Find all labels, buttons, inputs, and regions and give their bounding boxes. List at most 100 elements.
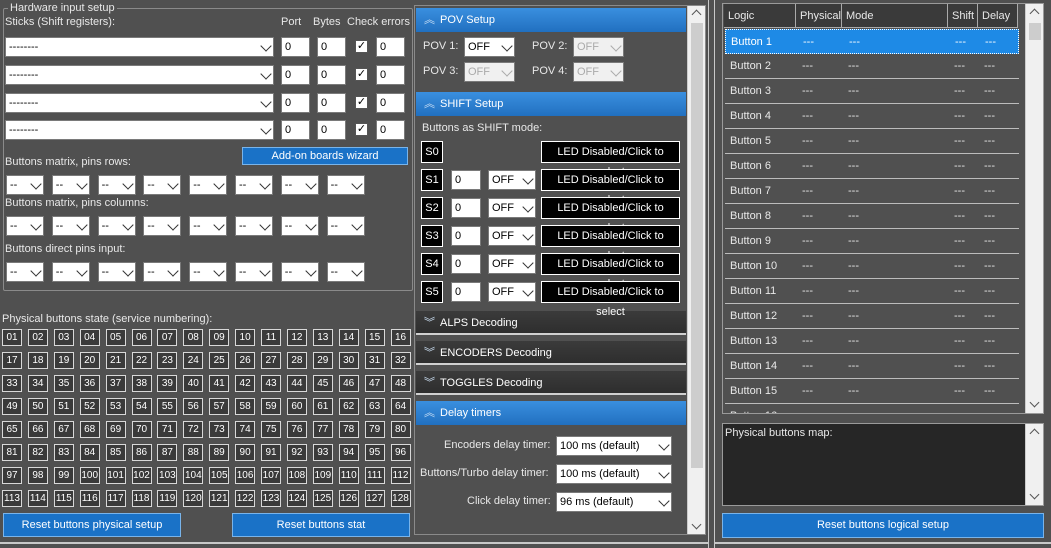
shift-button[interactable]: S1 [421, 169, 443, 191]
table-row[interactable]: Button 7 --- --- --- --- [725, 179, 1019, 204]
table-row[interactable]: Button 3 --- --- --- --- [725, 79, 1019, 104]
matrix-row-pin-select[interactable]: -- [143, 175, 182, 195]
check-errors-checkbox[interactable]: ✓ [355, 96, 368, 109]
led-select-button[interactable]: LED Disabled/Click to select [541, 197, 680, 234]
click-delay-select[interactable]: 96 ms (default) [556, 492, 672, 512]
encoders-decoding-header[interactable]: ︾ ENCODERS Decoding [416, 341, 686, 365]
matrix-col-pin-select[interactable]: -- [235, 216, 273, 236]
matrix-col-pin-select[interactable]: -- [326, 216, 365, 236]
table-row[interactable]: Button 12 --- --- --- --- [725, 304, 1019, 329]
bytes-input[interactable]: 0 [317, 120, 346, 140]
led-select-button[interactable]: LED Disabled/Click to select [541, 141, 680, 178]
shift-button-number[interactable]: 0 [451, 282, 481, 302]
matrix-col-pin-select[interactable]: -- [189, 216, 228, 236]
reset-physical-setup-button[interactable]: Reset buttons physical setup [3, 513, 181, 537]
table-row[interactable]: Button 8 --- --- --- --- [725, 204, 1019, 229]
port-input[interactable]: 0 [281, 120, 310, 140]
led-select-button[interactable]: LED Disabled/Click to select [541, 253, 680, 290]
scroll-up-icon[interactable] [1029, 428, 1040, 439]
shift-mode-select[interactable]: OFF [488, 254, 536, 274]
shift-mode-select[interactable]: OFF [488, 170, 536, 190]
direct-pin-select[interactable]: -- [97, 262, 136, 282]
table-scrollbar[interactable] [1025, 4, 1043, 413]
table-header-physical[interactable]: Physical [796, 4, 842, 28]
table-header-shift[interactable]: Shift [948, 4, 978, 28]
scroll-down-icon[interactable] [691, 519, 702, 530]
direct-pin-select[interactable]: -- [6, 262, 44, 282]
map-scrollbar[interactable] [1025, 424, 1043, 505]
bytes-input[interactable]: 0 [317, 37, 346, 57]
led-select-button[interactable]: LED Disabled/Click to select [541, 281, 680, 318]
shift-button[interactable]: S3 [421, 225, 443, 247]
buttons-delay-select[interactable]: 100 ms (default) [556, 464, 672, 484]
matrix-row-pin-select[interactable]: -- [6, 175, 44, 195]
matrix-row-pin-select[interactable]: -- [235, 175, 273, 195]
table-row[interactable]: Button 2 --- --- --- --- [725, 54, 1019, 79]
stick-select[interactable]: -------- [5, 120, 274, 140]
stick-select[interactable]: -------- [5, 37, 274, 57]
toggles-decoding-header[interactable]: ︾ TOGGLES Decoding [416, 371, 686, 395]
table-row[interactable]: Button 4 --- --- --- --- [725, 104, 1019, 129]
shift-mode-select[interactable]: OFF [488, 226, 536, 246]
reset-logical-setup-button[interactable]: Reset buttons logical setup [722, 513, 1044, 538]
port-input[interactable]: 0 [281, 93, 310, 113]
direct-pin-select[interactable]: -- [189, 262, 228, 282]
direct-pin-select[interactable]: -- [326, 262, 365, 282]
matrix-row-pin-select[interactable]: -- [326, 175, 365, 195]
matrix-row-pin-select[interactable]: -- [189, 175, 228, 195]
shift-button[interactable]: S2 [421, 197, 443, 219]
shift-button-number[interactable]: 0 [451, 254, 481, 274]
shift-button[interactable]: S0 [421, 141, 443, 163]
port-input[interactable]: 0 [281, 65, 310, 85]
matrix-col-pin-select[interactable]: -- [51, 216, 90, 236]
table-row[interactable]: Button 1 --- --- --- --- [725, 29, 1019, 54]
direct-pin-select[interactable]: -- [280, 262, 319, 282]
table-row[interactable]: Button 10 --- --- --- --- [725, 254, 1019, 279]
shift-button-number[interactable]: 0 [451, 170, 481, 190]
matrix-row-pin-select[interactable]: -- [280, 175, 319, 195]
table-row[interactable]: Button 6 --- --- --- --- [725, 154, 1019, 179]
bytes-input[interactable]: 0 [317, 65, 346, 85]
scroll-up-icon[interactable] [1029, 8, 1040, 19]
table-row[interactable]: Button 9 --- --- --- --- [725, 229, 1019, 254]
matrix-row-pin-select[interactable]: -- [97, 175, 136, 195]
reset-stat-button[interactable]: Reset buttons stat [232, 513, 410, 537]
pov-setup-header[interactable]: ︽ POV Setup [416, 8, 686, 32]
shift-mode-select[interactable]: OFF [488, 198, 536, 218]
pov2-select[interactable]: OFF [573, 37, 624, 57]
encoders-delay-select[interactable]: 100 ms (default) [556, 436, 672, 456]
scroll-up-icon[interactable] [691, 9, 702, 20]
shift-button-number[interactable]: 0 [451, 198, 481, 218]
stick-select[interactable]: -------- [5, 93, 274, 113]
delay-timers-header[interactable]: ︽ Delay timers [416, 401, 686, 425]
direct-pin-select[interactable]: -- [235, 262, 273, 282]
led-select-button[interactable]: LED Disabled/Click to select [541, 225, 680, 262]
matrix-row-pin-select[interactable]: -- [51, 175, 90, 195]
check-errors-checkbox[interactable]: ✓ [355, 68, 368, 81]
table-row[interactable]: Button 16 [725, 404, 1019, 413]
matrix-col-pin-select[interactable]: -- [97, 216, 136, 236]
alps-decoding-header[interactable]: ︾ ALPS Decoding [416, 311, 686, 335]
matrix-col-pin-select[interactable]: -- [6, 216, 44, 236]
shift-setup-header[interactable]: ︽ SHIFT Setup [416, 92, 686, 116]
shift-button[interactable]: S4 [421, 253, 443, 275]
direct-pin-select[interactable]: -- [143, 262, 182, 282]
table-row[interactable]: Button 14 --- --- --- --- [725, 354, 1019, 379]
scroll-thumb[interactable] [691, 23, 703, 468]
matrix-col-pin-select[interactable]: -- [143, 216, 182, 236]
addon-boards-wizard-button[interactable]: Add-on boards wizard [242, 147, 408, 165]
matrix-col-pin-select[interactable]: -- [280, 216, 319, 236]
pov1-select[interactable]: OFF [464, 37, 515, 57]
table-header-logic[interactable]: Logic [724, 4, 796, 28]
check-errors-checkbox[interactable]: ✓ [355, 123, 368, 136]
table-row[interactable]: Button 15 --- --- --- --- [725, 379, 1019, 404]
pov4-select[interactable]: OFF [573, 62, 624, 82]
middle-scrollbar[interactable] [687, 6, 705, 534]
table-row[interactable]: Button 5 --- --- --- --- [725, 129, 1019, 154]
shift-mode-select[interactable]: OFF [488, 282, 536, 302]
table-header-delay[interactable]: Delay [978, 4, 1018, 28]
direct-pin-select[interactable]: -- [51, 262, 90, 282]
table-row[interactable]: Button 13 --- --- --- --- [725, 329, 1019, 354]
table-row[interactable]: Button 11 --- --- --- --- [725, 279, 1019, 304]
shift-button-number[interactable]: 0 [451, 226, 481, 246]
